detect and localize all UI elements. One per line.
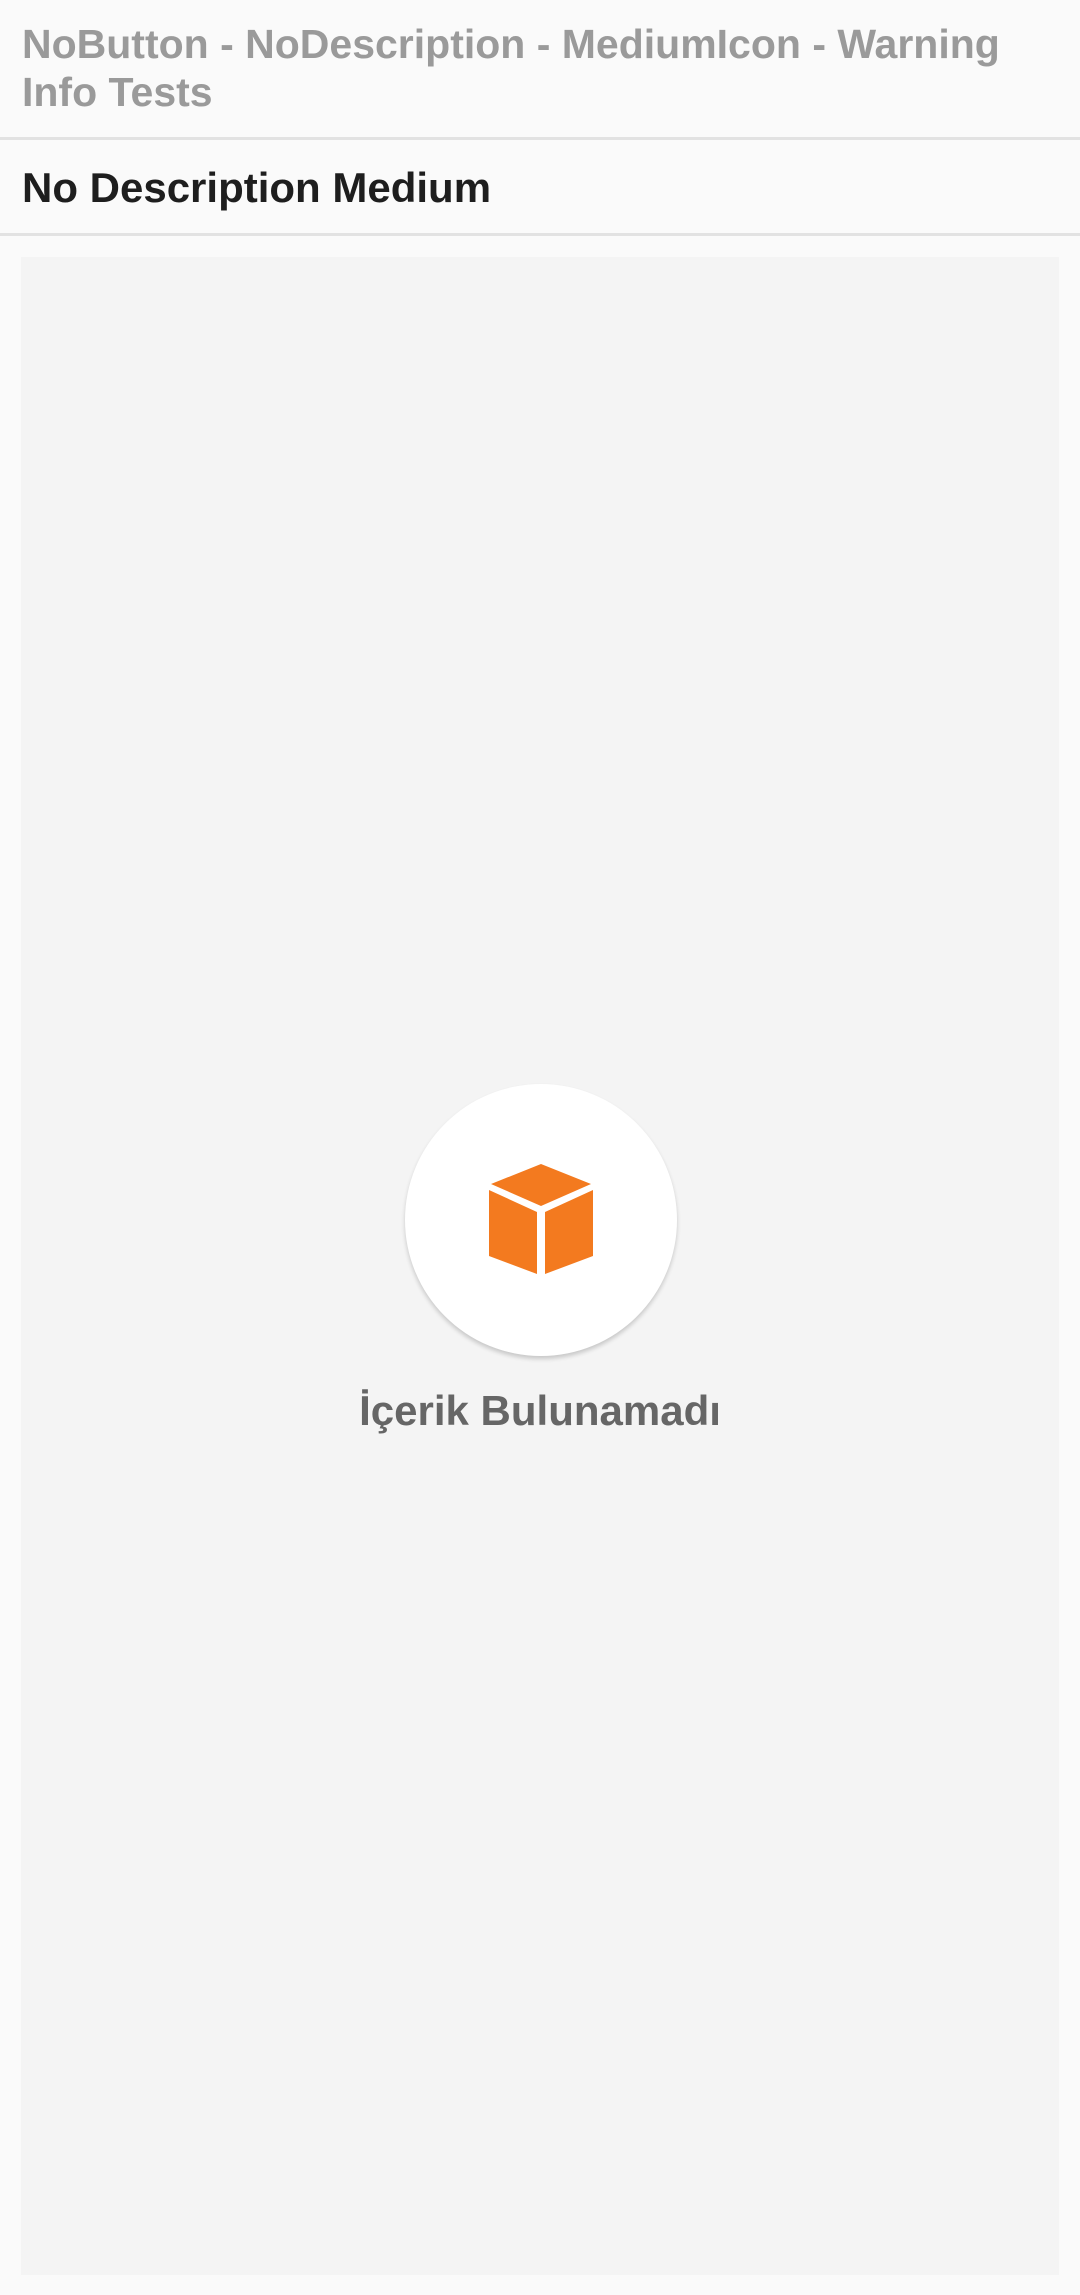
empty-state-message: İçerik Bulunamadı <box>359 1387 721 1434</box>
section-header: No Description Medium <box>0 140 1080 236</box>
page-title: NoButton - NoDescription - MediumIcon - … <box>22 21 1000 115</box>
empty-state-icon-circle <box>405 1084 677 1356</box>
app-header: NoButton - NoDescription - MediumIcon - … <box>0 0 1080 140</box>
box-icon <box>489 1164 593 1274</box>
section-title: No Description Medium <box>22 164 492 211</box>
empty-state-panel: İçerik Bulunamadı <box>21 257 1059 2275</box>
